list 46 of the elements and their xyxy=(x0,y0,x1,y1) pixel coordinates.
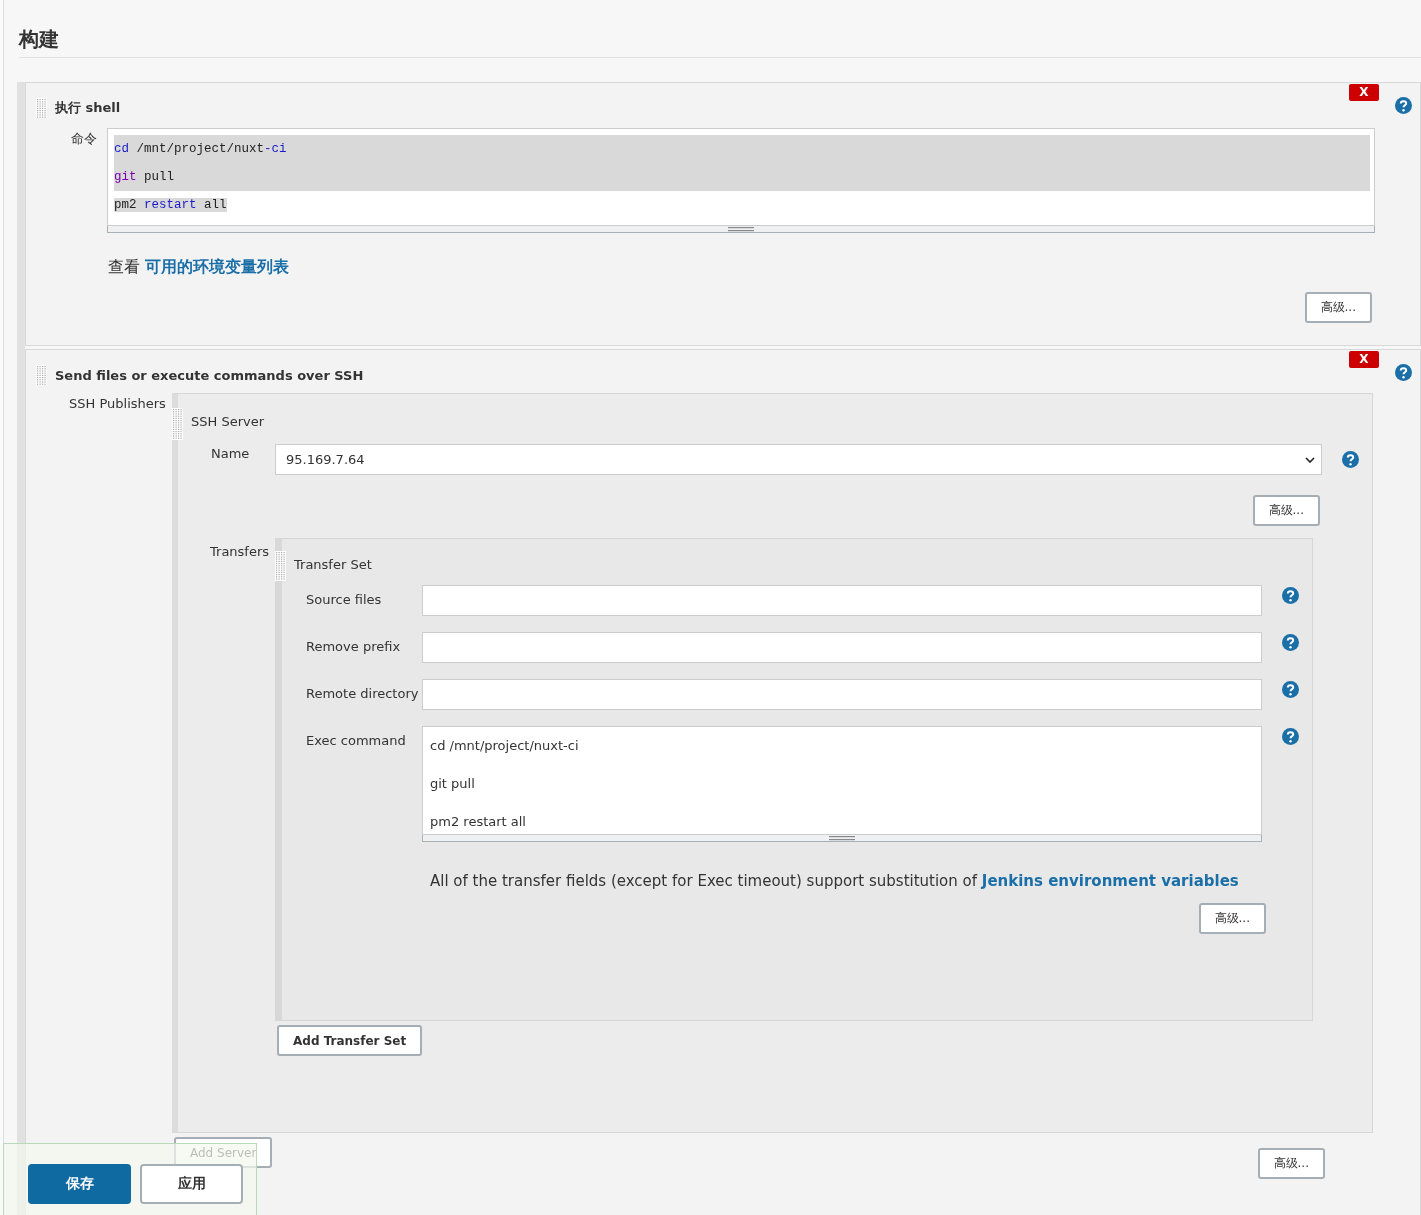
command-editor[interactable]: cd /mnt/project/nuxt-ci git pull pm2 restart all xyxy=(107,128,1375,226)
transfer-set-title: Transfer Set xyxy=(294,556,372,572)
field-label: Remote directory xyxy=(306,685,420,701)
field-label: SSH Publishers xyxy=(68,395,167,411)
grip-icon[interactable] xyxy=(36,365,47,385)
field-label: Transfers xyxy=(209,543,271,561)
resize-handle[interactable] xyxy=(728,226,754,232)
env-vars-link[interactable]: 可用的环境变量列表 xyxy=(145,257,290,276)
field-label: Exec command xyxy=(306,732,407,748)
advanced-button[interactable]: 高级... xyxy=(1252,495,1320,526)
save-button[interactable]: 保存 xyxy=(28,1164,131,1204)
chevron-icon xyxy=(1305,456,1315,463)
resize-handle[interactable] xyxy=(829,835,855,841)
help-icon[interactable] xyxy=(1282,728,1299,745)
help-icon[interactable] xyxy=(1342,451,1359,468)
add-transfer-set-button[interactable]: Add Transfer Set xyxy=(277,1025,423,1056)
section-heading: 构建 xyxy=(19,0,1421,58)
note-text: All of the transfer fields (except for Exec timeout) support substitution of Jenkins environment variables xyxy=(430,872,1240,890)
advanced-button[interactable]: 高级... xyxy=(1198,903,1266,934)
server-select[interactable]: 95.169.7.64 xyxy=(275,444,1322,475)
field-label: 命令 xyxy=(70,130,98,148)
step-title: Send files or execute commands over SSH xyxy=(55,367,364,383)
text-field[interactable] xyxy=(422,679,1262,710)
help-text: 查看 可用的环境变量列表 xyxy=(108,257,291,278)
advanced-button[interactable]: 高级... xyxy=(1304,292,1372,323)
env-vars-link[interactable]: Jenkins environment variables xyxy=(981,872,1239,890)
delete-button[interactable]: X xyxy=(1349,351,1379,368)
field-label: Source files xyxy=(306,591,383,607)
server-title: SSH Server xyxy=(191,413,265,429)
field-label: Remove prefix xyxy=(306,638,402,654)
grip-icon[interactable] xyxy=(36,98,47,118)
grip-icon[interactable] xyxy=(275,551,286,581)
help-icon[interactable] xyxy=(1395,97,1412,114)
delete-button[interactable]: X xyxy=(1349,84,1379,101)
help-icon[interactable] xyxy=(1282,681,1299,698)
help-icon[interactable] xyxy=(1282,587,1299,604)
help-icon[interactable] xyxy=(1282,634,1299,651)
field-label: Name xyxy=(210,445,251,463)
exec-command-field[interactable]: cd /mnt/project/nuxt-ci git pull pm2 restart all xyxy=(422,726,1262,835)
grip-icon[interactable] xyxy=(172,408,183,440)
text-field[interactable] xyxy=(422,585,1262,616)
advanced-button[interactable]: 高级... xyxy=(1257,1148,1325,1179)
apply-button[interactable]: 应用 xyxy=(140,1164,243,1204)
help-icon[interactable] xyxy=(1395,364,1412,381)
step-title: 执行 shell xyxy=(55,99,121,117)
text-field[interactable] xyxy=(422,632,1262,663)
